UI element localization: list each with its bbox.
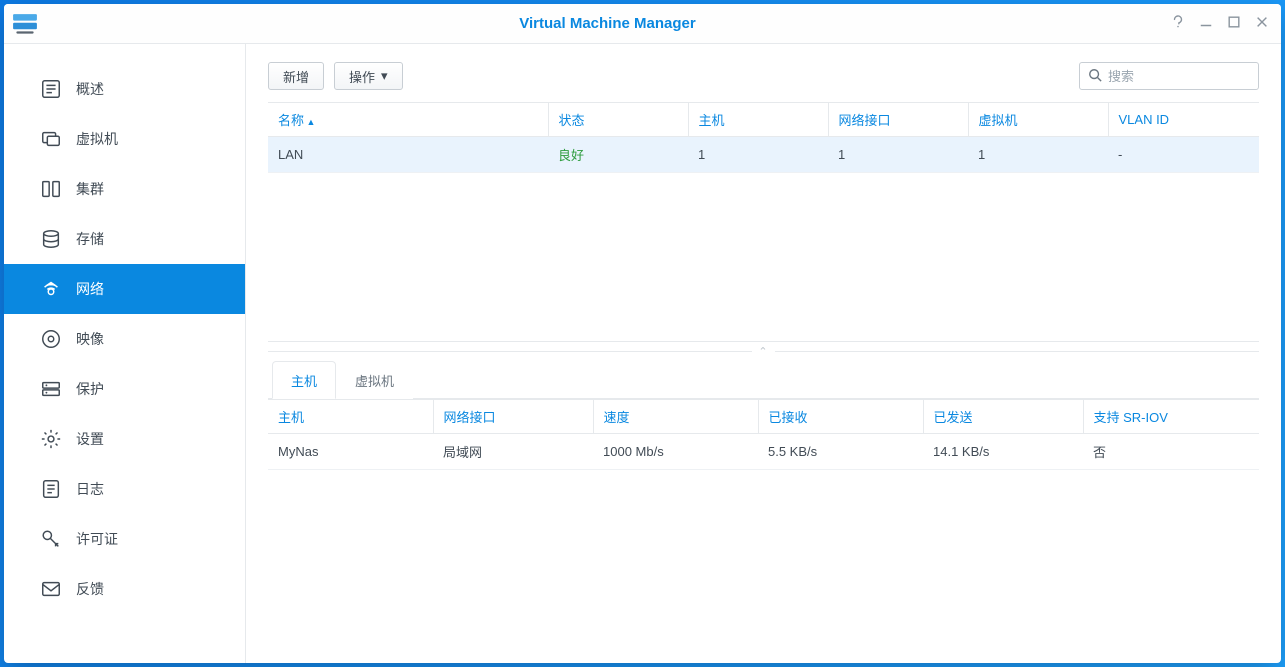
tab-vm[interactable]: 虚拟机	[336, 361, 413, 399]
sidebar-item-label: 保护	[76, 379, 104, 399]
network-table: 名称 状态 主机 网络接口 虚拟机 VLAN ID LAN 良好 1	[268, 102, 1259, 173]
toolbar: 新增 操作▾	[268, 62, 1259, 90]
sidebar-item-label: 设置	[76, 429, 104, 449]
sidebar-item-label: 映像	[76, 329, 104, 349]
cell-iface: 1	[828, 137, 968, 173]
tab-host[interactable]: 主机	[272, 361, 336, 399]
sidebar-item-vm[interactable]: 虚拟机	[4, 114, 245, 164]
cell-host: 1	[688, 137, 828, 173]
sidebar-item-cluster[interactable]: 集群	[4, 164, 245, 214]
detail-tabs: 主机 虚拟机	[268, 360, 1259, 399]
maximize-icon[interactable]	[1227, 15, 1241, 32]
sidebar-item-label: 概述	[76, 79, 104, 99]
search-icon	[1088, 68, 1102, 85]
col-sriov[interactable]: 支持 SR-IOV	[1083, 400, 1259, 434]
key-icon	[40, 528, 62, 550]
sidebar-item-label: 日志	[76, 479, 104, 499]
split-divider[interactable]: ⌃	[268, 342, 1259, 360]
col-vm[interactable]: 虚拟机	[968, 103, 1108, 137]
window-controls	[1171, 15, 1269, 32]
search-input[interactable]	[1108, 69, 1281, 84]
host-table-wrap: 主机 网络接口 速度 已接收 已发送 支持 SR-IOV MyNas	[268, 399, 1259, 663]
window-title: Virtual Machine Manager	[44, 15, 1171, 32]
sidebar-item-overview[interactable]: 概述	[4, 64, 245, 114]
overview-icon	[40, 78, 62, 100]
detail-panel: 主机 虚拟机 主机 网络接口 速度 已接收 已发送	[268, 360, 1259, 663]
host-table: 主机 网络接口 速度 已接收 已发送 支持 SR-IOV MyNas	[268, 399, 1259, 470]
image-icon	[40, 328, 62, 350]
cell-speed: 1000 Mb/s	[593, 434, 758, 470]
cluster-icon	[40, 178, 62, 200]
col-rx[interactable]: 已接收	[758, 400, 923, 434]
cell-vlan: -	[1108, 137, 1259, 173]
cell-iface: 局域网	[433, 434, 593, 470]
col-name[interactable]: 名称	[268, 103, 548, 137]
cell-status: 良好	[548, 137, 688, 173]
sidebar-item-license[interactable]: 许可证	[4, 514, 245, 564]
cell-vm: 1	[968, 137, 1108, 173]
col-iface[interactable]: 网络接口	[433, 400, 593, 434]
cell-rx: 5.5 KB/s	[758, 434, 923, 470]
network-icon	[40, 278, 62, 300]
sidebar-item-label: 集群	[76, 179, 104, 199]
main-content: 新增 操作▾ 名称 状态 主机 网络接口	[246, 44, 1281, 663]
col-host[interactable]: 主机	[688, 103, 828, 137]
titlebar: Virtual Machine Manager	[4, 4, 1281, 44]
sidebar-item-label: 存储	[76, 229, 104, 249]
help-icon[interactable]	[1171, 15, 1185, 32]
network-table-wrap: 名称 状态 主机 网络接口 虚拟机 VLAN ID LAN 良好 1	[268, 102, 1259, 342]
sidebar-item-label: 许可证	[76, 529, 118, 549]
sidebar-item-network[interactable]: 网络	[4, 264, 245, 314]
table-row[interactable]: LAN 良好 1 1 1 -	[268, 137, 1259, 173]
log-icon	[40, 478, 62, 500]
action-button[interactable]: 操作▾	[334, 62, 403, 90]
mail-icon	[40, 578, 62, 600]
cell-sriov: 否	[1083, 434, 1259, 470]
minimize-icon[interactable]	[1199, 15, 1213, 32]
chevron-down-icon: ▾	[381, 68, 388, 84]
table-header-row: 主机 网络接口 速度 已接收 已发送 支持 SR-IOV	[268, 400, 1259, 434]
col-speed[interactable]: 速度	[593, 400, 758, 434]
gear-icon	[40, 428, 62, 450]
app-window: Virtual Machine Manager 概述 虚拟机 集群	[4, 4, 1281, 663]
col-tx[interactable]: 已发送	[923, 400, 1083, 434]
search-box[interactable]	[1079, 62, 1259, 90]
protect-icon	[40, 378, 62, 400]
cell-host: MyNas	[268, 434, 433, 470]
sidebar-item-log[interactable]: 日志	[4, 464, 245, 514]
cell-tx: 14.1 KB/s	[923, 434, 1083, 470]
app-icon	[12, 13, 38, 35]
add-button[interactable]: 新增	[268, 62, 324, 90]
sidebar-item-label: 网络	[76, 279, 104, 299]
sidebar-item-label: 虚拟机	[76, 129, 118, 149]
sidebar-item-protect[interactable]: 保护	[4, 364, 245, 414]
vm-icon	[40, 128, 62, 150]
table-header-row: 名称 状态 主机 网络接口 虚拟机 VLAN ID	[268, 103, 1259, 137]
sidebar-item-feedback[interactable]: 反馈	[4, 564, 245, 614]
storage-icon	[40, 228, 62, 250]
col-vlan[interactable]: VLAN ID	[1108, 103, 1259, 137]
col-status[interactable]: 状态	[548, 103, 688, 137]
split-grip-icon: ⌃	[752, 345, 774, 358]
col-host[interactable]: 主机	[268, 400, 433, 434]
sidebar: 概述 虚拟机 集群 存储 网络 映像	[4, 44, 246, 663]
sidebar-item-image[interactable]: 映像	[4, 314, 245, 364]
sidebar-item-settings[interactable]: 设置	[4, 414, 245, 464]
close-icon[interactable]	[1255, 15, 1269, 32]
table-row[interactable]: MyNas 局域网 1000 Mb/s 5.5 KB/s 14.1 KB/s 否	[268, 434, 1259, 470]
col-iface[interactable]: 网络接口	[828, 103, 968, 137]
cell-name: LAN	[268, 137, 548, 173]
sidebar-item-storage[interactable]: 存储	[4, 214, 245, 264]
sidebar-item-label: 反馈	[76, 579, 104, 599]
